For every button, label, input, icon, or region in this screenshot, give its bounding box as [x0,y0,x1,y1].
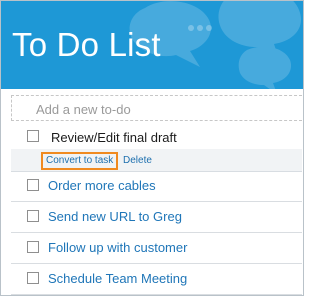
todo-label[interactable]: Schedule Team Meeting [48,271,187,286]
todo-checkbox[interactable] [27,179,39,191]
header: To Do List [1,1,303,89]
selected-todo-item[interactable]: Review/Edit final draft Convert to task … [11,124,302,172]
add-todo-row[interactable] [11,95,302,121]
todo-item[interactable]: Order more cables [11,171,302,202]
selected-todo-label: Review/Edit final draft [51,130,177,145]
add-todo-input[interactable] [36,100,296,118]
todo-label[interactable]: Send new URL to Greg [48,209,182,224]
selected-todo-row: Review/Edit final draft [11,124,302,149]
todo-item[interactable]: Send new URL to Greg [11,202,302,233]
todo-checkbox[interactable] [27,241,39,253]
todo-checkbox[interactable] [27,272,39,284]
delete-link[interactable]: Delete [123,155,152,167]
app-title: To Do List [12,26,161,63]
todo-item[interactable]: Schedule Team Meeting [11,264,302,295]
todo-checkbox[interactable] [27,210,39,222]
convert-to-task-link[interactable]: Convert to task [41,152,119,170]
todo-label[interactable]: Follow up with customer [48,240,187,255]
todo-label[interactable]: Order more cables [48,178,156,193]
todo-actions: Convert to task Delete [11,149,302,171]
todo-checkbox[interactable] [27,130,39,142]
todo-widget: To Do List Review/Edit final draft Conve… [0,0,304,296]
todo-item[interactable]: Follow up with customer [11,233,302,264]
